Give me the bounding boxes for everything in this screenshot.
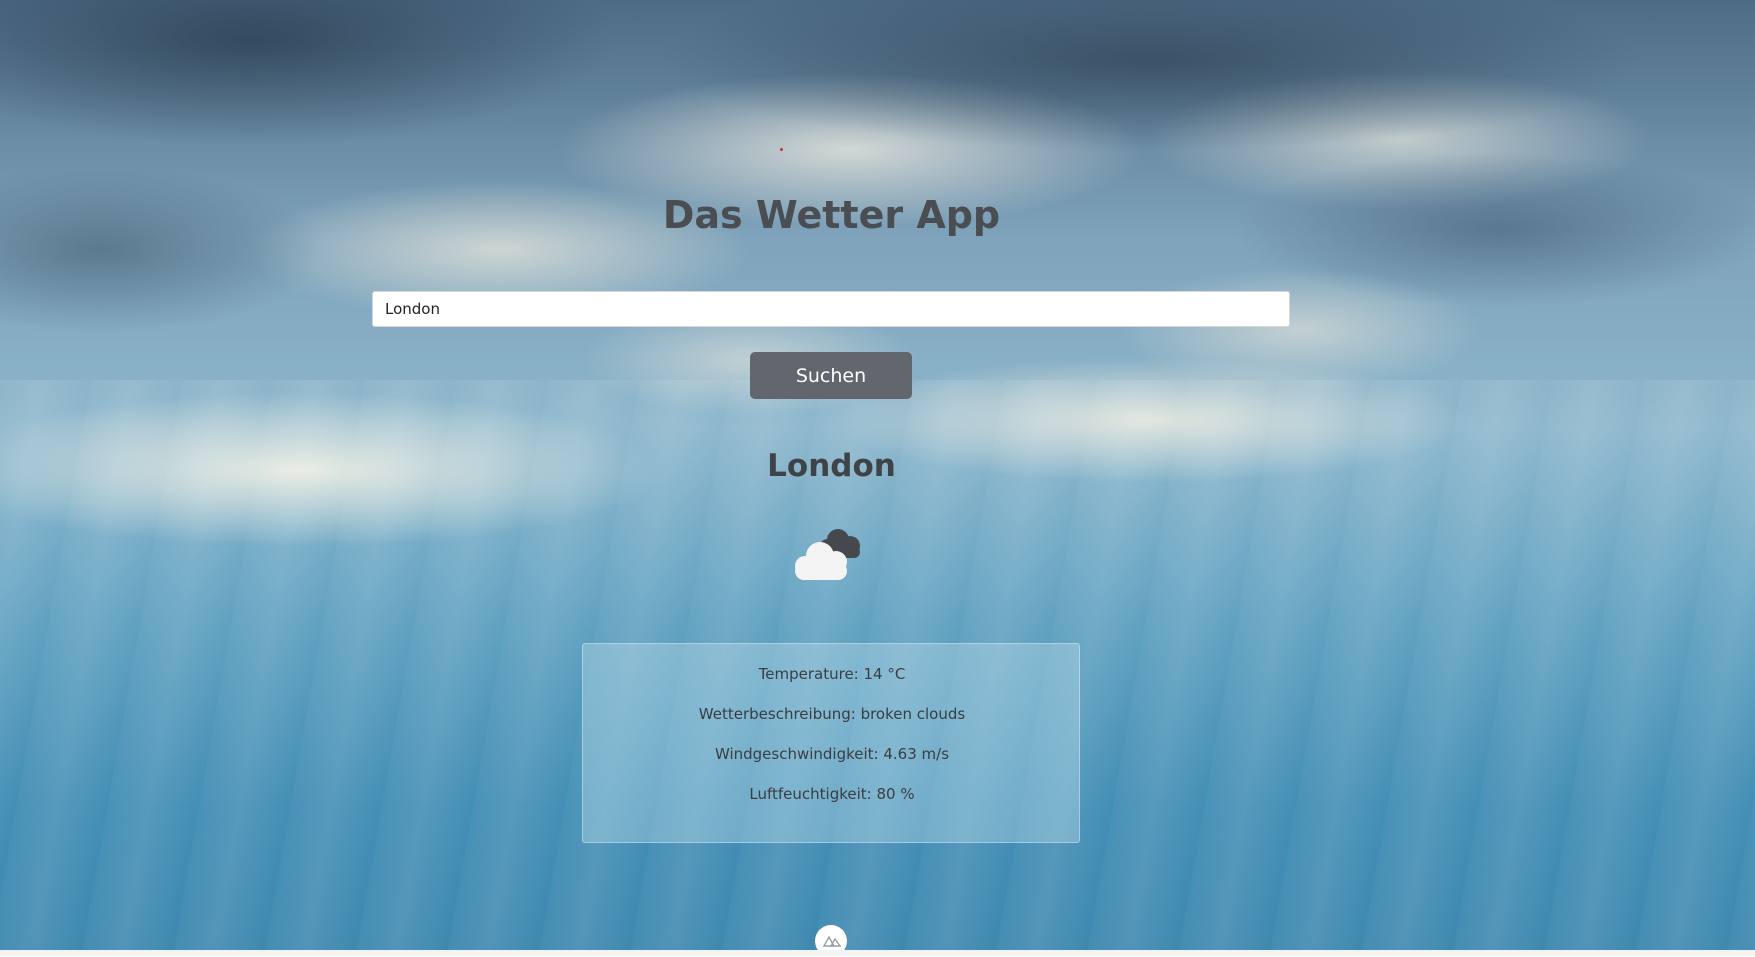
broken-clouds-icon — [790, 518, 870, 584]
city-search-input[interactable] — [372, 291, 1290, 327]
description-text: Wetterbeschreibung: broken clouds — [698, 705, 966, 723]
humidity-text: Luftfeuchtigkeit: 80 % — [749, 785, 915, 803]
weather-details-card: Temperature: 14 °C Wetterbeschreibung: b… — [582, 643, 1080, 843]
bottom-bar — [0, 950, 1755, 956]
city-name: London — [767, 448, 896, 484]
app-title: Das Wetter App — [662, 193, 1001, 237]
search-button[interactable]: Suchen — [750, 352, 912, 399]
weather-app: Das Wetter App Suchen London Temperature… — [0, 0, 1755, 957]
temperature-text: Temperature: 14 °C — [758, 665, 906, 683]
wind-speed-text: Windgeschwindigkeit: 4.63 m/s — [714, 745, 950, 763]
